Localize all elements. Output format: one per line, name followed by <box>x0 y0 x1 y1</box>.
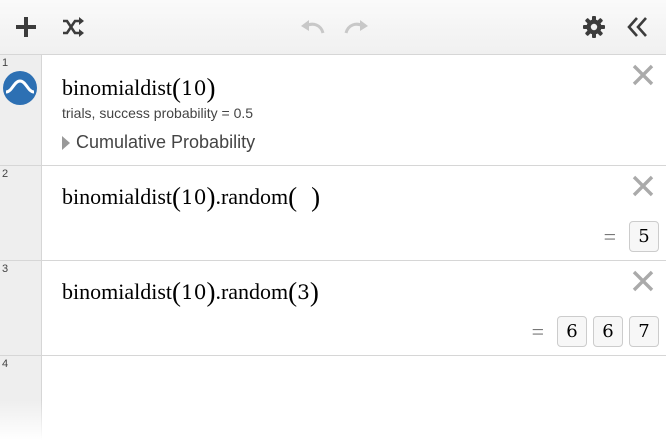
result-value: 7 <box>629 316 659 347</box>
delete-expression-icon[interactable] <box>632 270 654 292</box>
cumulative-probability-toggle[interactable]: Cumulative Probability <box>62 132 255 153</box>
trials-argument: 10 <box>181 280 207 304</box>
result-value: 5 <box>629 221 659 252</box>
delete-expression-icon[interactable] <box>632 64 654 86</box>
equals-sign: = <box>603 223 616 249</box>
function-name: binomialdist <box>62 279 172 304</box>
redo-button[interactable] <box>340 11 372 43</box>
double-chevron-left-icon <box>627 17 647 37</box>
function-name: binomialdist <box>62 184 172 209</box>
expression-list: 1 binomialdist(10) trials, success proba… <box>0 55 666 440</box>
evaluation-result: = 5 <box>604 221 659 252</box>
expression-number: 4 <box>2 358 9 370</box>
delete-expression-icon[interactable] <box>632 175 654 197</box>
evaluation-result: = 6 6 7 <box>532 316 659 347</box>
expression-row[interactable]: 2 binomialdist(10).random() = 5 <box>0 166 666 261</box>
method-argument: 3 <box>297 280 310 304</box>
distribution-icon[interactable] <box>3 71 37 105</box>
expression-math[interactable]: binomialdist(10).random(3) <box>62 277 319 308</box>
method-name: .random <box>215 184 289 209</box>
result-value: 6 <box>557 316 587 347</box>
shuffle-icon <box>63 17 84 37</box>
gear-icon <box>583 16 605 38</box>
function-name: binomialdist <box>62 75 172 100</box>
undo-icon <box>301 20 325 34</box>
expression-row[interactable]: 3 binomialdist(10).random(3) = 6 6 7 <box>0 261 666 356</box>
disclosure-triangle-icon <box>62 135 70 150</box>
result-value: 6 <box>593 316 623 347</box>
method-name: .random <box>215 279 289 304</box>
settings-button[interactable] <box>578 11 610 43</box>
expression-math[interactable]: binomialdist(10) <box>62 73 215 104</box>
expression-row[interactable]: 1 binomialdist(10) trials, success proba… <box>0 55 666 166</box>
expression-number: 2 <box>2 168 9 180</box>
randomize-button[interactable] <box>57 11 89 43</box>
redo-icon <box>344 20 368 34</box>
list-fade <box>0 400 666 440</box>
trials-argument: 10 <box>181 76 207 100</box>
distribution-params: trials, success probability = 0.5 <box>62 105 254 121</box>
collapse-list-button[interactable] <box>622 11 654 43</box>
expression-number: 3 <box>2 263 9 275</box>
cumulative-probability-label: Cumulative Probability <box>76 132 256 152</box>
toolbar <box>0 0 666 55</box>
expression-math[interactable]: binomialdist(10).random() <box>62 182 320 213</box>
add-expression-button[interactable] <box>10 11 42 43</box>
expression-number: 1 <box>2 57 9 69</box>
undo-button[interactable] <box>297 11 329 43</box>
equals-sign: = <box>531 318 544 344</box>
trials-argument: 10 <box>181 185 207 209</box>
plus-icon <box>16 17 36 37</box>
